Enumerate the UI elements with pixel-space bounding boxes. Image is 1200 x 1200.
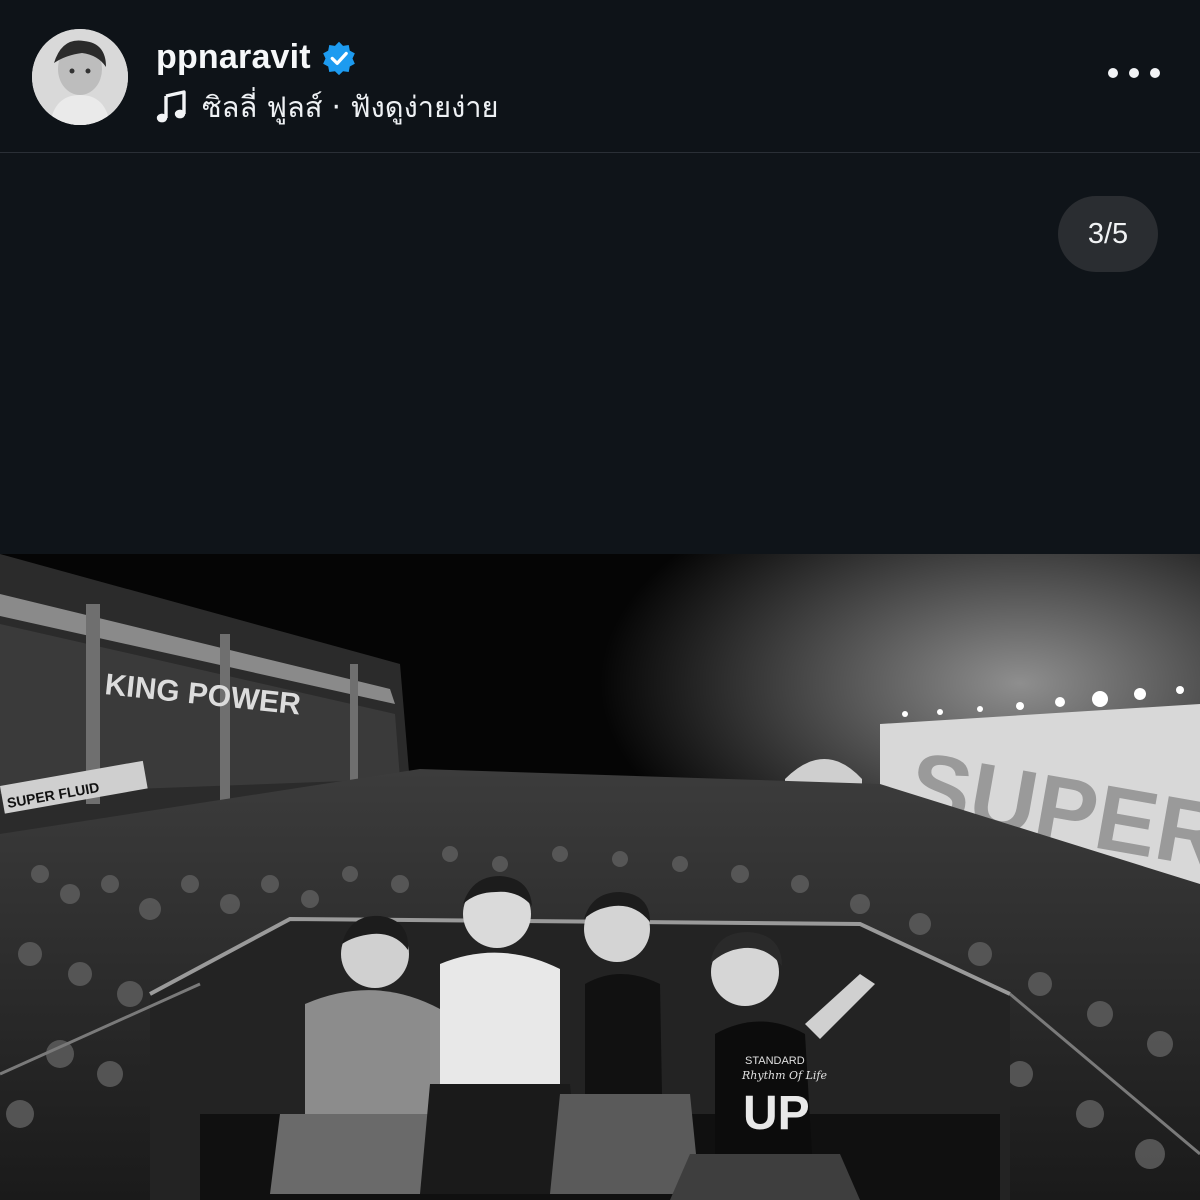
avatar-image — [32, 29, 128, 125]
carousel-counter: 3/5 — [1058, 196, 1158, 272]
username-row: ppnaravit — [156, 38, 357, 77]
audio-label: ซิลลี่ ฟูลส์ · ฟังดูง่ายง่าย — [202, 90, 499, 124]
more-horizontal-icon — [1108, 68, 1118, 78]
audio-row[interactable]: ซิลลี่ ฟูลส์ · ฟังดูง่ายง่าย — [156, 84, 499, 130]
music-note-icon — [156, 90, 186, 123]
post-viewer: ppnaravit ซิลลี่ ฟูลส์ · ฟังดูง่ายง่าย 3… — [0, 0, 1200, 1200]
verified-badge-icon — [323, 41, 355, 75]
shirt-text-3: UP — [743, 1087, 810, 1140]
shirt-text-1: STANDARD — [745, 1055, 805, 1067]
more-options-button[interactable] — [1108, 60, 1160, 86]
media-padding-top — [0, 154, 1200, 554]
post-photo[interactable]: KING POWER SUPER FLUID SUPER STANDARD Rh… — [0, 554, 1200, 1200]
concert-photo: KING POWER SUPER FLUID SUPER STANDARD Rh… — [0, 554, 1200, 1200]
username[interactable]: ppnaravit — [156, 38, 311, 77]
avatar[interactable] — [32, 29, 128, 125]
shirt-text-2: Rhythm Of Life — [741, 1069, 827, 1082]
post-header: ppnaravit ซิลลี่ ฟูลส์ · ฟังดูง่ายง่าย — [0, 0, 1200, 153]
